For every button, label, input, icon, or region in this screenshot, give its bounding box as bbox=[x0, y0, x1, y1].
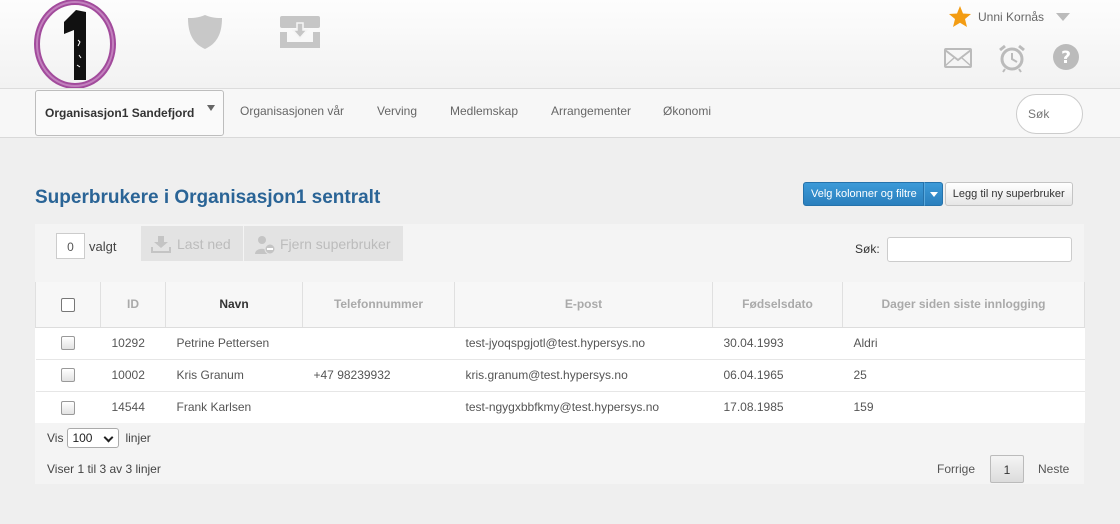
nav-item-okonomi[interactable]: Økonomi bbox=[663, 104, 711, 118]
selected-count: 0 bbox=[56, 233, 85, 259]
download-tray-icon[interactable] bbox=[279, 14, 321, 52]
table-header-row: ID Navn Telefonnummer E-post Fødselsdato… bbox=[35, 282, 1085, 328]
row-select-cell bbox=[35, 358, 101, 391]
previous-page-button[interactable]: Forrige bbox=[937, 462, 975, 476]
table-search-label: Søk: bbox=[855, 242, 880, 256]
cell-days-since-login: Aldri bbox=[842, 326, 1085, 359]
logo[interactable] bbox=[34, 0, 118, 88]
add-superuser-button[interactable]: Legg til ny superbruker bbox=[944, 182, 1073, 206]
cell-phone bbox=[302, 390, 455, 423]
table-row[interactable]: 10292 Petrine Pettersen test-jyoqspgjotl… bbox=[35, 326, 1085, 359]
page-title: Superbrukere i Organisasjon1 sentralt bbox=[35, 187, 381, 208]
remove-superuser-button[interactable]: Fjern superbruker bbox=[244, 226, 403, 261]
page-size-control: Vis 100 linjer bbox=[47, 428, 151, 448]
cell-email: test-ngygxbbfkmy@test.hypersys.no bbox=[454, 390, 713, 423]
page-1-button[interactable]: 1 bbox=[990, 455, 1024, 483]
row-checkbox[interactable] bbox=[61, 336, 75, 351]
table-search-input[interactable] bbox=[887, 237, 1072, 262]
next-page-button[interactable]: Neste bbox=[1038, 462, 1069, 476]
cell-id: 10002 bbox=[100, 358, 166, 391]
column-header-navn[interactable]: Navn bbox=[165, 282, 303, 328]
cell-birthdate: 30.04.1993 bbox=[712, 326, 843, 359]
nav-search-input[interactable] bbox=[1016, 94, 1083, 134]
column-header-fodselsdato[interactable]: Fødselsdato bbox=[712, 282, 843, 328]
cell-name[interactable]: Frank Karlsen bbox=[165, 390, 303, 423]
pagination: Forrige 1 Neste bbox=[35, 455, 1084, 483]
choose-columns-dropdown-toggle[interactable] bbox=[923, 182, 943, 206]
row-checkbox[interactable] bbox=[61, 368, 75, 383]
cell-phone bbox=[302, 326, 455, 359]
select-all-checkbox[interactable] bbox=[61, 297, 75, 312]
choose-columns-button[interactable]: Velg kolonner og filtre bbox=[803, 182, 924, 206]
cell-name[interactable]: Kris Granum bbox=[165, 358, 303, 391]
table-row[interactable]: 10002 Kris Granum +47 98239932 kris.gran… bbox=[35, 358, 1085, 391]
remove-user-icon bbox=[255, 236, 276, 255]
cell-id: 10292 bbox=[100, 326, 166, 359]
svg-text:?: ? bbox=[1061, 48, 1071, 68]
table-toolbar: 0 valgt Last ned Fjern superbruker Søk: bbox=[35, 224, 1084, 282]
column-header-telefonnummer[interactable]: Telefonnummer bbox=[302, 282, 455, 328]
column-header-epost[interactable]: E-post bbox=[454, 282, 713, 328]
alarm-clock-icon[interactable] bbox=[997, 43, 1027, 73]
top-header: Unni Kornås ? bbox=[0, 0, 1120, 89]
select-all-cell bbox=[35, 282, 101, 328]
row-select-cell bbox=[35, 390, 101, 423]
cell-birthdate: 06.04.1965 bbox=[712, 358, 843, 391]
chevron-down-icon[interactable] bbox=[1056, 13, 1071, 21]
mail-icon[interactable] bbox=[944, 48, 972, 68]
download-button[interactable]: Last ned bbox=[141, 226, 243, 261]
column-header-dager[interactable]: Dager siden siste innlogging bbox=[842, 282, 1085, 328]
rows-label: linjer bbox=[125, 431, 151, 445]
selected-label: valgt bbox=[89, 239, 117, 254]
user-name[interactable]: Unni Kornås bbox=[978, 10, 1044, 24]
star-icon bbox=[949, 6, 971, 27]
superusers-panel: 0 valgt Last ned Fjern superbruker Søk: bbox=[35, 224, 1085, 484]
row-select-cell bbox=[35, 326, 101, 359]
title-actions: Velg kolonner og filtre Legg til ny supe… bbox=[803, 182, 1073, 206]
nav-item-organisasjonen[interactable]: Organisasjonen vår bbox=[240, 104, 344, 118]
page-size-select[interactable]: 100 bbox=[67, 428, 120, 448]
cell-id: 14544 bbox=[100, 390, 166, 423]
nav-item-medlemskap[interactable]: Medlemskap bbox=[450, 104, 518, 118]
cell-name[interactable]: Petrine Pettersen bbox=[165, 326, 303, 359]
cell-email: test-jyoqspgjotl@test.hypersys.no bbox=[454, 326, 713, 359]
cell-phone: +47 98239932 bbox=[302, 358, 455, 391]
shield-icon[interactable] bbox=[186, 13, 224, 51]
organization-select[interactable]: Organisasjon1 Sandefjord bbox=[35, 90, 224, 136]
cell-days-since-login: 159 bbox=[842, 390, 1085, 423]
cell-email: kris.granum@test.hypersys.no bbox=[454, 358, 713, 391]
nav-item-verving[interactable]: Verving bbox=[377, 104, 417, 118]
nav-item-arrangementer[interactable]: Arrangementer bbox=[551, 104, 631, 118]
download-button-label: Last ned bbox=[177, 236, 231, 252]
show-label: Vis bbox=[47, 431, 64, 445]
download-icon bbox=[151, 236, 171, 253]
cell-days-since-login: 25 bbox=[842, 358, 1085, 391]
row-checkbox[interactable] bbox=[61, 400, 75, 415]
main-nav: Organisasjon1 Sandefjord Organisasjonen … bbox=[0, 89, 1120, 138]
chevron-down-icon bbox=[207, 105, 215, 111]
organization-select-value: Organisasjon1 Sandefjord bbox=[45, 106, 195, 120]
remove-superuser-label: Fjern superbruker bbox=[280, 236, 391, 252]
user-menu[interactable]: Unni Kornås bbox=[948, 5, 1071, 29]
help-icon[interactable]: ? bbox=[1052, 43, 1080, 71]
column-header-id[interactable]: ID bbox=[100, 282, 166, 328]
cell-birthdate: 17.08.1985 bbox=[712, 390, 843, 423]
table-row[interactable]: 14544 Frank Karlsen test-ngygxbbfkmy@tes… bbox=[35, 390, 1085, 423]
superusers-table: ID Navn Telefonnummer E-post Fødselsdato… bbox=[35, 282, 1085, 423]
